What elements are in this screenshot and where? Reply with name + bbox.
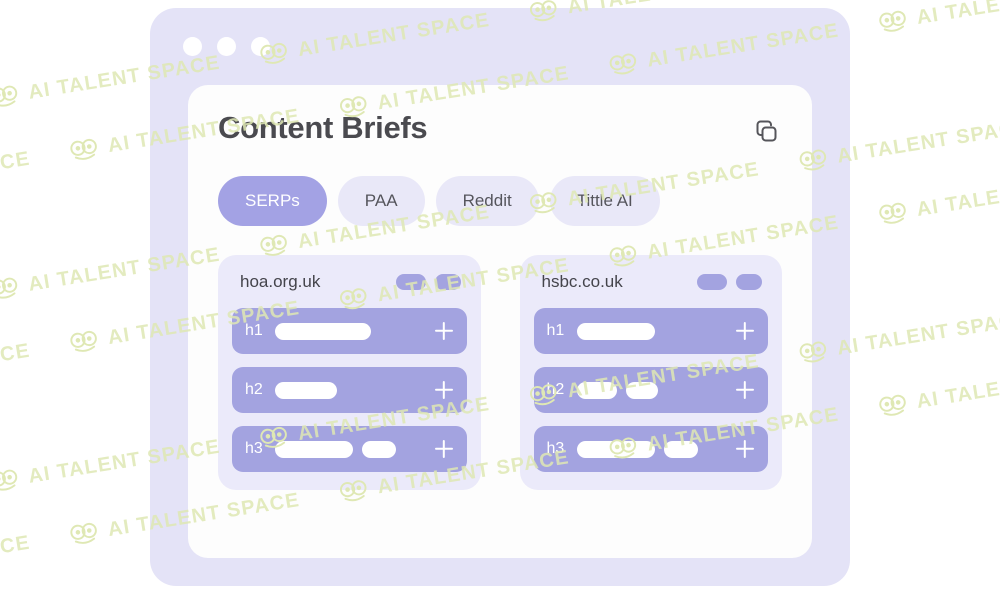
watermark-text: AI TALENT SPACE [835, 307, 1000, 360]
card-badge[interactable] [697, 274, 727, 290]
heading-row-h3[interactable]: h3 [533, 426, 768, 472]
watermark-unit: AI TALENT SPACE [876, 0, 1000, 37]
ai-talent-space-logo-icon [70, 138, 97, 160]
placeholder-bar [275, 440, 353, 458]
heading-placeholder-bars [275, 381, 429, 399]
plus-icon[interactable] [435, 322, 453, 340]
placeholder-bar [576, 381, 617, 399]
ai-talent-space-logo-icon [70, 522, 97, 544]
tab-label: Tittle AI [576, 191, 633, 210]
plus-icon[interactable] [435, 381, 453, 399]
heading-placeholder-bars [576, 381, 731, 399]
tab-bar: SERPs PAA Reddit Tittle AI [218, 176, 782, 226]
plus-icon[interactable] [736, 381, 754, 399]
browser-window: Content Briefs SERPs PAA Reddit Tittle AI h… [150, 8, 850, 586]
heading-row-h2[interactable]: h2 [533, 367, 768, 413]
watermark-unit: AI TALENT SPACE [0, 338, 32, 400]
watermark-text: AI TALENT SPACE [0, 531, 32, 583]
ai-talent-space-logo-icon [0, 469, 18, 491]
heading-row-h1[interactable]: h1 [533, 308, 768, 354]
heading-placeholder-bars [275, 322, 429, 340]
placeholder-bar [275, 381, 337, 399]
heading-row-h3[interactable]: h3 [232, 426, 467, 472]
card-badges [395, 274, 461, 290]
plus-icon[interactable] [435, 440, 453, 458]
plus-icon[interactable] [736, 440, 754, 458]
tab-label: SERPs [245, 191, 300, 210]
page-title: Content Briefs [218, 110, 428, 145]
watermark-unit: AI TALENT SPACE [0, 530, 32, 592]
heading-tag: h2 [245, 381, 263, 398]
content-panel: Content Briefs SERPs PAA Reddit Tittle AI h… [188, 85, 812, 558]
heading-tag: h2 [546, 381, 565, 398]
window-dot-close[interactable] [183, 37, 202, 56]
card-domain: hoa.org.uk [240, 272, 321, 291]
watermark-unit: AI TALENT SPACE [0, 146, 32, 208]
card-header: hsbc.co.uk [534, 272, 769, 292]
placeholder-bar [576, 440, 655, 458]
ai-talent-space-logo-icon [879, 10, 906, 32]
placeholder-bar [362, 440, 396, 458]
window-dot-minimize[interactable] [217, 37, 236, 56]
card-badges [697, 274, 762, 290]
heading-placeholder-bars [275, 440, 429, 458]
watermark-unit: AI TALENT SPACE [876, 167, 1000, 229]
heading-tag: h1 [245, 322, 263, 339]
tab-tittle-ai[interactable]: Tittle AI [549, 176, 660, 226]
window-dot-maximize[interactable] [251, 37, 270, 56]
heading-tag: h3 [546, 440, 565, 457]
card-badge[interactable] [736, 274, 762, 290]
ai-talent-space-logo-icon [879, 202, 906, 224]
cards-row: hoa.org.uk h1 h2 h3 hsbc.co.uk h1 h2 h3 [218, 255, 782, 490]
ai-talent-space-logo-icon [879, 394, 906, 416]
card-badge[interactable] [395, 274, 426, 290]
watermark-unit: AI TALENT SPACE [876, 359, 1000, 421]
watermark-text: AI TALENT SPACE [0, 147, 32, 199]
card-badge[interactable] [434, 274, 461, 290]
tab-reddit[interactable]: Reddit [435, 176, 539, 226]
heading-placeholder-bars [576, 322, 731, 340]
placeholder-bar [663, 440, 698, 458]
tab-serps[interactable]: SERPs [218, 176, 327, 226]
placeholder-bar [625, 381, 658, 399]
heading-placeholder-bars [576, 440, 731, 458]
tab-label: PAA [364, 191, 398, 210]
window-titlebar [150, 8, 850, 85]
watermark-text: AI TALENT SPACE [915, 0, 1000, 29]
copy-icon-glyph [756, 120, 777, 142]
ai-talent-space-logo-icon [0, 277, 18, 299]
watermark-unit: AI TALENT SPACE [0, 0, 32, 16]
placeholder-bar [275, 322, 371, 340]
tab-label: Reddit [462, 191, 512, 210]
brief-card: hoa.org.uk h1 h2 h3 [218, 255, 481, 490]
heading-tag: h3 [245, 440, 263, 457]
copy-icon[interactable] [752, 117, 782, 147]
watermark-text: AI TALENT SPACE [0, 339, 32, 391]
watermark-text: AI TALENT SPACE [915, 360, 1000, 413]
watermark-text: AI TALENT SPACE [915, 168, 1000, 221]
watermark-text: AI TALENT SPACE [0, 0, 32, 8]
panel-header: Content Briefs [218, 110, 782, 147]
heading-tag: h1 [546, 322, 565, 339]
plus-icon[interactable] [736, 322, 754, 340]
ai-talent-space-logo-icon [0, 85, 18, 107]
card-domain: hsbc.co.uk [541, 272, 623, 291]
heading-row-h1[interactable]: h1 [232, 308, 467, 354]
watermark-text: AI TALENT SPACE [835, 115, 1000, 168]
ai-talent-space-logo-icon [70, 330, 97, 352]
heading-row-h2[interactable]: h2 [232, 367, 467, 413]
card-header: hoa.org.uk [232, 272, 467, 292]
tab-paa[interactable]: PAA [337, 176, 425, 226]
brief-card: hsbc.co.uk h1 h2 h3 [519, 255, 782, 490]
placeholder-bar [576, 322, 655, 340]
